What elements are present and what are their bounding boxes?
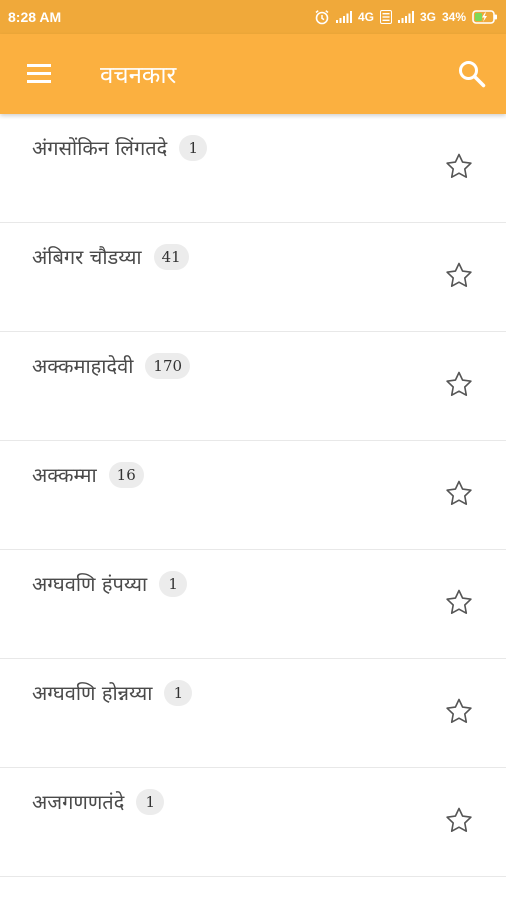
volte-icon (379, 10, 392, 24)
network-type-1: 4G (357, 10, 374, 24)
vachana-count-badge: 170 (145, 352, 191, 379)
alarm-icon (314, 9, 330, 25)
list-item[interactable]: अंबिगर चौडय्या 41 (0, 223, 506, 332)
list-item-title: अक्कम्मा 16 (32, 461, 144, 488)
search-icon[interactable] (456, 58, 488, 90)
status-bar: 8:28 AM 4G 3G 34% (0, 0, 506, 34)
app-bar: वचनकार (0, 34, 506, 114)
vachana-count-badge: 41 (153, 243, 189, 270)
vachanakara-name: अजगणणतंदे (32, 790, 125, 814)
star-outline-icon[interactable] (444, 588, 474, 618)
signal-icon (335, 11, 352, 23)
battery-percent: 34% (441, 10, 466, 24)
vachanakara-name: अंगसोंकिन लिंगतदे (32, 136, 168, 160)
star-outline-icon[interactable] (444, 806, 474, 836)
vachana-count-badge: 16 (108, 461, 144, 488)
vachanakara-name: अग्घवणि होन्नय्या (32, 681, 153, 705)
menu-icon[interactable] (24, 60, 56, 88)
vachanakara-name: अक्कमाहादेवी (32, 354, 134, 378)
star-outline-icon[interactable] (444, 261, 474, 291)
star-outline-icon[interactable] (444, 370, 474, 400)
network-type-2: 3G (419, 10, 436, 24)
vachana-count-badge: 1 (159, 570, 188, 597)
vachanakara-name: अंबिगर चौडय्या (32, 245, 142, 269)
star-outline-icon[interactable] (444, 479, 474, 509)
status-time: 8:28 AM (8, 9, 62, 25)
page-title: वचनकार (100, 61, 177, 89)
vachanakara-list: अंगसोंकिन लिंगतदे 1 अंबिगर चौडय्या 41 अक्कमा… (0, 114, 506, 900)
star-outline-icon[interactable] (444, 697, 474, 727)
list-item-title: अंगसोंकिन लिंगतदे 1 (32, 134, 208, 161)
list-item[interactable]: अक्कमाहादेवी 170 (0, 332, 506, 441)
vachana-count-badge: 1 (164, 679, 193, 706)
list-item[interactable]: अजगणणतंदे 1 (0, 768, 506, 877)
vachana-count-badge: 1 (179, 134, 208, 161)
list-item-title: अक्कमाहादेवी 170 (32, 352, 191, 379)
list-item[interactable]: अग्घवणि हंपय्या 1 (0, 550, 506, 659)
list-item-title: अंबिगर चौडय्या 41 (32, 243, 189, 270)
list-item[interactable]: अंगसोंकिन लिंगतदे 1 (0, 114, 506, 223)
star-outline-icon[interactable] (444, 152, 474, 182)
list-item-title: अजगणणतंदे 1 (32, 788, 165, 815)
list-item[interactable]: अक्कम्मा 16 (0, 441, 506, 550)
list-item[interactable]: अग्घवणि होन्नय्या 1 (0, 659, 506, 768)
vachanakara-name: अक्कम्मा (32, 463, 97, 487)
list-item-title: अग्घवणि हंपय्या 1 (32, 570, 188, 597)
vachanakara-name: अग्घवणि हंपय्या (32, 572, 148, 596)
status-icons: 4G 3G 34% (314, 9, 498, 25)
list-item-title: अग्घवणि होन्नय्या 1 (32, 679, 193, 706)
battery-charging-icon (472, 10, 498, 24)
vachana-count-badge: 1 (136, 788, 165, 815)
signal-icon (397, 11, 414, 23)
